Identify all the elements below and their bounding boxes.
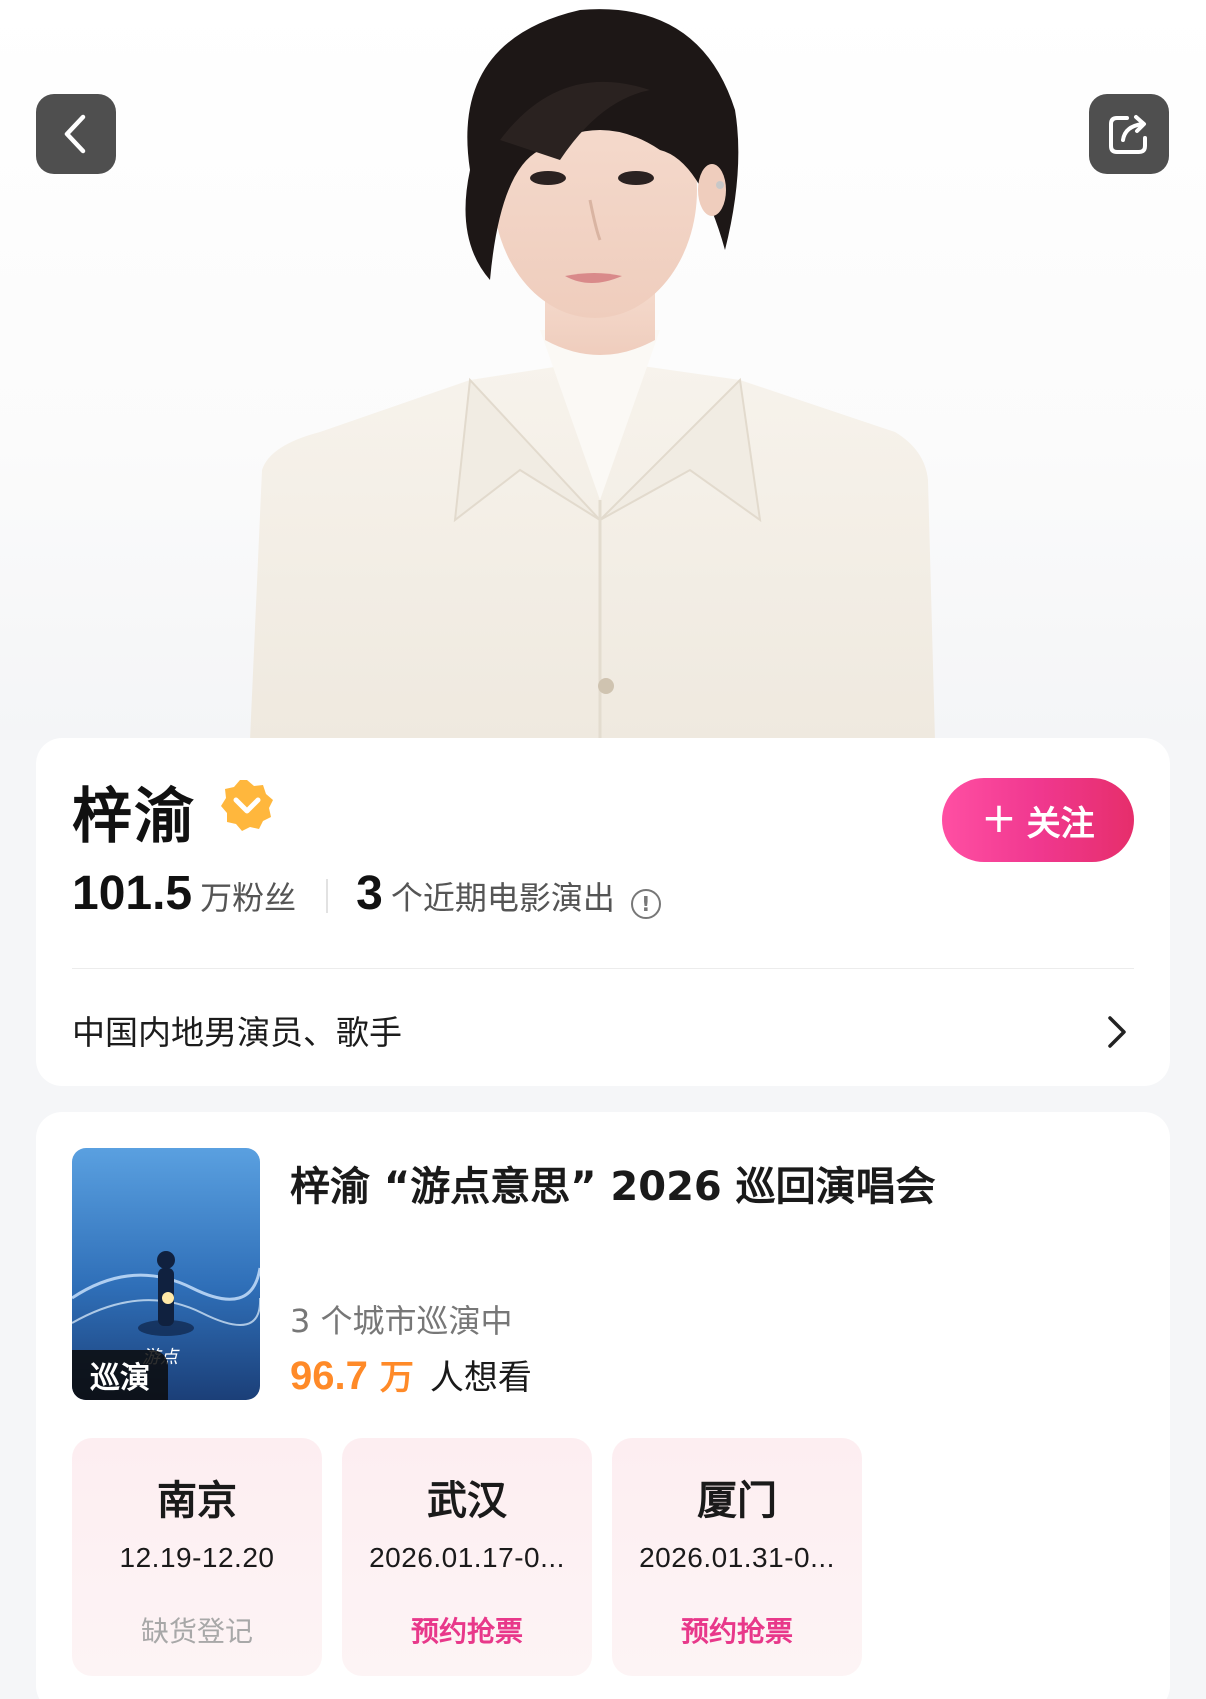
city-date: 2026.01.17-0...: [369, 1542, 565, 1573]
stats-divider: [326, 879, 329, 913]
tour-poster[interactable]: 游点 巡演: [72, 1148, 260, 1400]
city-name: 厦门: [697, 1478, 777, 1524]
city-name: 武汉: [427, 1478, 507, 1524]
city-card-xiamen[interactable]: 厦门 2026.01.31-0... 预约抢票: [612, 1438, 862, 1676]
share-icon: [1109, 115, 1147, 154]
city-status[interactable]: 预约抢票: [342, 1610, 592, 1650]
tour-cities-count: 3 个城市巡演中: [290, 1302, 513, 1340]
shows-label: 个近期电影演出: [390, 879, 615, 917]
tour-card[interactable]: 游点 巡演 梓渝 “游点意思” 2026 巡回演唱会 3 个城市巡演中 96.7…: [36, 1112, 1170, 1699]
shows-count: 3: [356, 867, 383, 920]
share-button[interactable]: [1089, 94, 1169, 174]
want-number: 96.7: [290, 1354, 368, 1398]
chevron-right-icon[interactable]: [1104, 1012, 1130, 1052]
chevron-left-icon: [64, 114, 86, 154]
city-date: 2026.01.31-0...: [639, 1542, 835, 1573]
want-unit: 万: [379, 1358, 414, 1398]
city-card-wuhan[interactable]: 武汉 2026.01.17-0... 预约抢票: [342, 1438, 592, 1676]
back-button[interactable]: [36, 94, 116, 174]
artist-profile-card: 梓渝 + 关注 101.5 万粉丝 3 个近期电影演出 ! 中国内地男演员、歌手: [36, 738, 1170, 1086]
tour-title[interactable]: 梓渝 “游点意思” 2026 巡回演唱会: [290, 1154, 1150, 1212]
follow-button[interactable]: + 关注: [942, 778, 1134, 862]
fans-count: 101.5: [72, 867, 193, 920]
tour-city-list: 南京 12.19-12.20 缺货登记 武汉 2026.01.17-0... 预…: [72, 1438, 862, 1676]
info-icon[interactable]: !: [630, 889, 661, 919]
tour-want-count: 96.7 万 人想看: [290, 1350, 532, 1399]
tour-badge: 巡演: [72, 1350, 168, 1400]
card-divider: [72, 968, 1134, 969]
plus-icon: +: [981, 793, 1017, 842]
artist-name: 梓渝: [72, 782, 196, 852]
city-status[interactable]: 预约抢票: [612, 1610, 862, 1650]
verified-icon: [221, 780, 273, 831]
artist-description[interactable]: 中国内地男演员、歌手: [72, 1006, 402, 1054]
city-status[interactable]: 缺货登记: [72, 1610, 322, 1650]
city-card-nanjing[interactable]: 南京 12.19-12.20 缺货登记: [72, 1438, 322, 1676]
artist-stats: 101.5 万粉丝 3 个近期电影演出 !: [72, 866, 661, 926]
want-label: 人想看: [429, 1358, 532, 1398]
follow-label: 关注: [1026, 803, 1095, 844]
city-date: 12.19-12.20: [119, 1542, 275, 1573]
city-name: 南京: [157, 1478, 237, 1524]
artist-hero: [0, 0, 1206, 740]
fans-unit: 万粉丝: [200, 879, 297, 917]
artist-photo: [250, 9, 935, 740]
